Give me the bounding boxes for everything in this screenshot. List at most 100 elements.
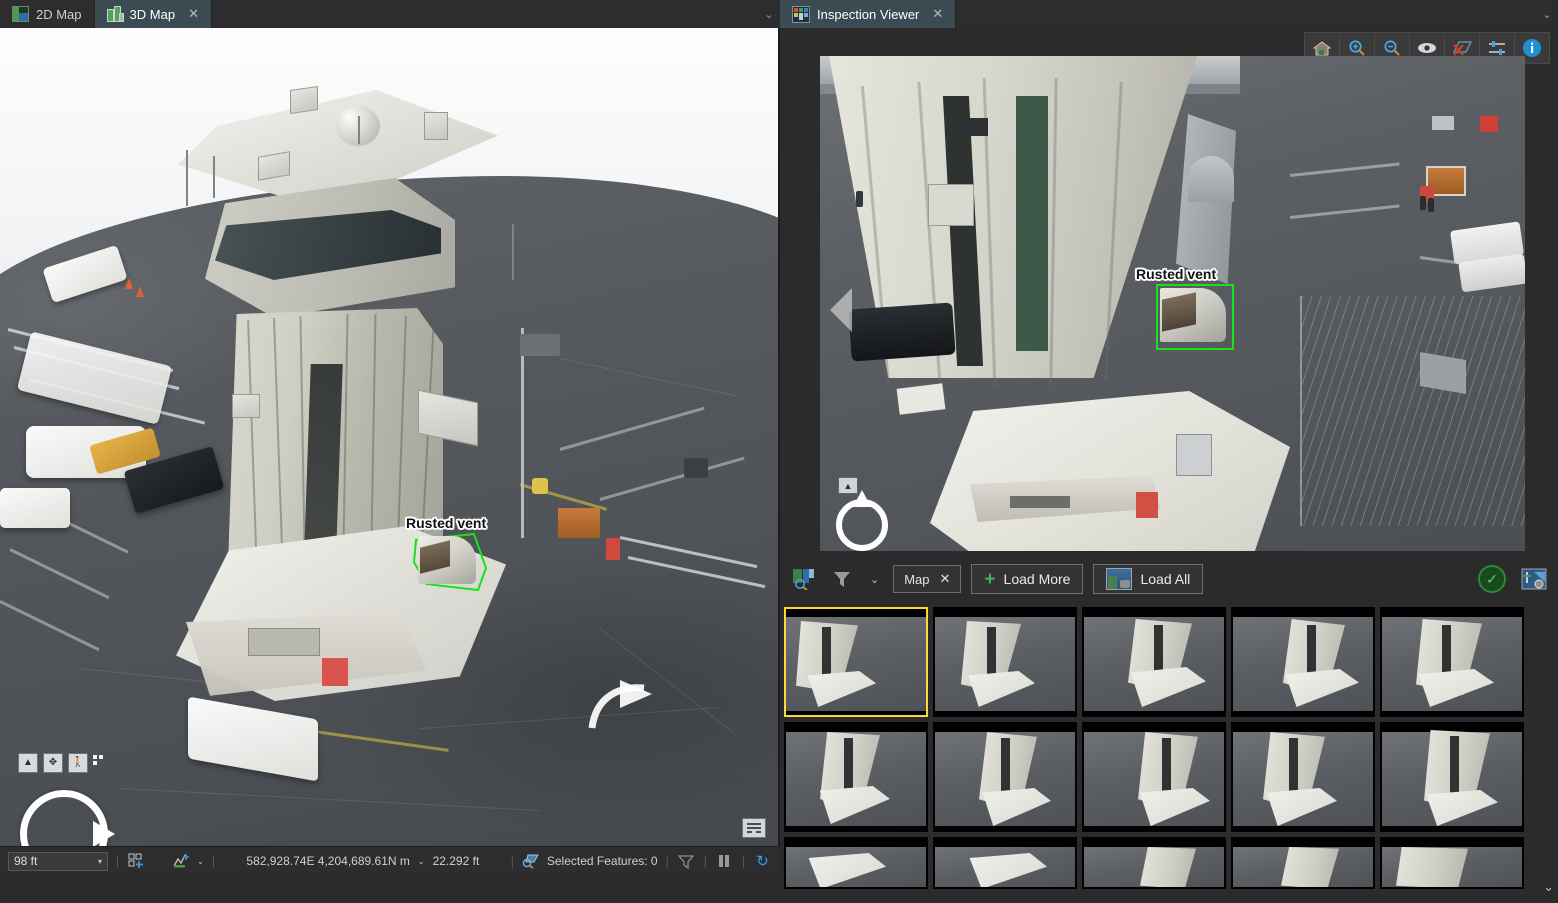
thumbnail-item[interactable]: [933, 607, 1077, 717]
load-all-label: Load All: [1140, 571, 1191, 587]
cargo-box: [0, 488, 70, 528]
black-suv: [848, 302, 956, 362]
left-tab-bar: 2D Map 3D Map ✕ ⌄: [0, 0, 780, 29]
coordinate-readout: 582,928.74E 4,204,689.61N m ⌄ 22.292 ft: [246, 854, 479, 868]
walk-tool-button[interactable]: 🚶: [68, 753, 88, 773]
compass-widget-iv[interactable]: [836, 490, 888, 551]
duct-elbow: [1188, 156, 1234, 202]
red-sign: [322, 658, 348, 686]
close-icon[interactable]: ✕: [188, 6, 199, 22]
divider: |: [741, 854, 745, 868]
tab-2d-map[interactable]: 2D Map: [0, 0, 95, 28]
legend-button[interactable]: [742, 818, 766, 838]
thumbnail-item[interactable]: [1082, 607, 1226, 717]
thumbnail-item[interactable]: [1380, 722, 1524, 832]
select-features-icon[interactable]: [522, 852, 541, 870]
coordinates-value: 582,928.74E 4,204,689.61N m: [246, 854, 410, 868]
compass-needle-icon-iv: [853, 490, 871, 507]
building-window: [248, 628, 320, 656]
chevron-down-icon[interactable]: ⌄: [758, 0, 780, 28]
inspection-image[interactable]: Rusted vent ▲: [820, 56, 1525, 551]
thumbnail-item[interactable]: [1231, 722, 1375, 832]
pavement-arrow-icon: [588, 680, 652, 729]
tab-3d-map[interactable]: 3D Map ✕: [94, 0, 212, 28]
tab-inspection-viewer-label: Inspection Viewer: [817, 6, 920, 22]
pan-tool-button[interactable]: ✥: [43, 753, 63, 773]
image-capture-icon[interactable]: [1520, 565, 1548, 593]
close-icon[interactable]: ✕: [940, 571, 951, 587]
roof-hatch: [1176, 434, 1212, 476]
facade-window: [928, 184, 974, 226]
scale-value: 98 ft: [14, 854, 38, 868]
plus-icon: +: [984, 568, 996, 590]
divider: |: [116, 854, 120, 868]
map-2d-icon: [12, 6, 29, 22]
filter-chevron-down-icon[interactable]: ⌄: [866, 573, 883, 586]
tab-inspection-viewer[interactable]: Inspection Viewer ✕: [780, 0, 957, 28]
person: [856, 191, 863, 207]
close-icon[interactable]: ✕: [932, 6, 943, 22]
selected-features-label: Selected Features: 0: [546, 854, 658, 868]
thumbnail-item[interactable]: [1082, 722, 1226, 832]
chevron-down-icon: ▾: [97, 856, 102, 866]
inspection-bottom-toolbar: ⌄ Map ✕ + Load More Load All ✓: [780, 557, 1558, 601]
thumbnails-more-chevron-icon[interactable]: ⌄: [1543, 879, 1554, 895]
thumbnail-item[interactable]: [1231, 607, 1375, 717]
filter-chip-map[interactable]: Map ✕: [893, 565, 962, 593]
status-bar: 98 ft ▾ | ⌄ | 582,928.74E 4,204,689.61N …: [0, 846, 780, 875]
map-source-icon[interactable]: [790, 565, 818, 593]
grid-dots-icon[interactable]: [93, 755, 107, 769]
thumbnail-item[interactable]: [1231, 837, 1375, 889]
elevation-value: 22.292 ft: [432, 854, 480, 868]
coordinates-chevron-down-icon[interactable]: ⌄: [418, 857, 425, 866]
load-all-button[interactable]: Load All: [1093, 564, 1204, 594]
previous-image-arrow[interactable]: [830, 288, 852, 332]
dark-object: [684, 458, 708, 478]
person: [1420, 196, 1426, 210]
refresh-icon[interactable]: ↻: [753, 852, 772, 870]
add-point-icon[interactable]: [172, 852, 191, 870]
map-nav-buttons: ▲ ✥ 🚶: [18, 753, 107, 773]
tab-3d-map-label: 3D Map: [129, 6, 176, 22]
image-icon: [1106, 568, 1133, 590]
chevron-down-icon[interactable]: ⌄: [1536, 0, 1558, 28]
inspection-viewer-icon: [792, 5, 810, 23]
thumbnail-item[interactable]: [1380, 837, 1524, 889]
annotation-label-inspection: Rusted vent: [1136, 266, 1217, 282]
thumbnail-item[interactable]: [784, 722, 928, 832]
map-3d-viewport[interactable]: Rusted vent ▲ ✥ 🚶: [0, 28, 780, 846]
thumbnail-item[interactable]: [1380, 607, 1524, 717]
compass-needle-icon: [93, 821, 115, 846]
thumbnail-item[interactable]: [1082, 837, 1226, 889]
clip-icon[interactable]: [677, 852, 696, 870]
small-vehicle: [1432, 116, 1454, 130]
thumbnail-item[interactable]: [784, 607, 928, 717]
person: [1428, 198, 1434, 212]
thumbnail-strip[interactable]: ⌄: [780, 601, 1558, 903]
collapse-nav-button[interactable]: ▲: [18, 753, 38, 773]
filter-chip-label: Map: [904, 571, 930, 587]
bottom-toolbar-right: ✓: [1478, 565, 1548, 593]
right-tab-bar: Inspection Viewer ✕ ⌄: [780, 0, 1558, 29]
divider: |: [211, 854, 215, 868]
red-sign-iv: [1136, 492, 1158, 518]
thumbnail-item[interactable]: [784, 837, 928, 889]
filter-icon[interactable]: [828, 565, 856, 593]
add-layer-icon[interactable]: [127, 852, 146, 870]
red-marker: [606, 538, 620, 560]
load-more-button[interactable]: + Load More: [971, 564, 1084, 594]
facade-fixture: [962, 118, 988, 136]
check-circle-icon[interactable]: ✓: [1478, 565, 1506, 593]
tools-chevron-down-icon[interactable]: ⌄: [197, 857, 204, 866]
inspection-viewer-panel: Rusted vent ▲ ⌄ Map ✕ + Load More Load A…: [780, 28, 1558, 894]
scale-selector[interactable]: 98 ft ▾: [8, 851, 108, 871]
grid-icon[interactable]: [152, 854, 166, 868]
tab-2d-map-label: 2D Map: [36, 6, 82, 22]
orange-crate: [558, 508, 600, 538]
divider: |: [510, 854, 514, 868]
thumbnail-item[interactable]: [933, 837, 1077, 889]
map-3d-icon: [106, 5, 124, 22]
roof-box: [896, 383, 946, 415]
pause-icon[interactable]: [715, 852, 734, 870]
thumbnail-item[interactable]: [933, 722, 1077, 832]
